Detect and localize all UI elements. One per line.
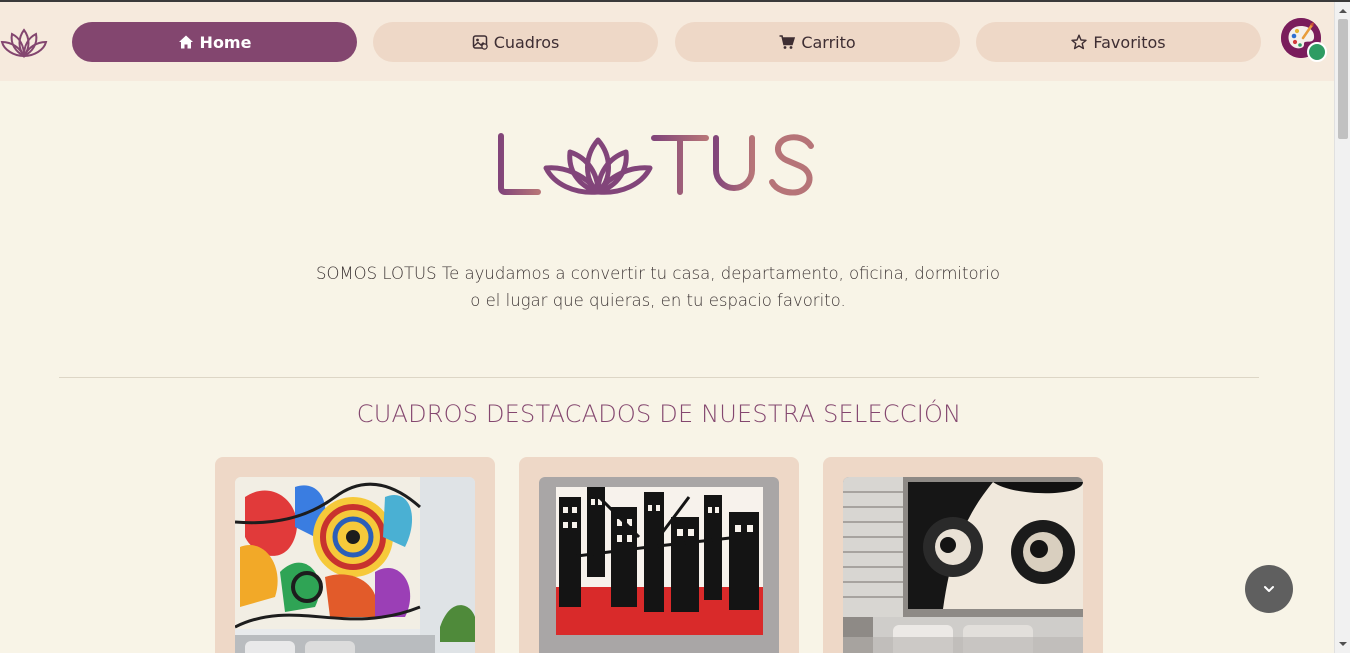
tagline-line-1: SOMOS LOTUS Te ayudamos a convertir tu c… <box>315 264 1001 283</box>
page-scrollbar[interactable] <box>1334 2 1350 653</box>
nav-home-button[interactable]: Home <box>72 22 357 62</box>
lotus-logo-icon[interactable] <box>0 26 48 60</box>
chevron-down-icon <box>1264 586 1274 592</box>
user-avatar[interactable] <box>1281 18 1327 62</box>
featured-card-3[interactable] <box>823 457 1103 653</box>
nav-cuadros-label: Cuadros <box>493 32 560 52</box>
tagline-line-2: o el lugar que quieras, en tu espacio fa… <box>470 291 846 310</box>
nav-cuadros-button[interactable]: Cuadros <box>373 22 658 62</box>
city-black-red-painting-image[interactable] <box>539 477 779 653</box>
home-icon <box>178 35 193 49</box>
nav-carrito-button[interactable]: Carrito <box>675 22 960 62</box>
nav-favoritos-button[interactable]: Favoritos <box>976 22 1261 62</box>
scroll-down-button[interactable] <box>1245 565 1293 613</box>
image-icon <box>472 35 488 50</box>
abstract-colorful-painting-image[interactable] <box>235 477 475 653</box>
featured-card-2[interactable] <box>519 457 799 653</box>
cart-icon <box>779 35 796 49</box>
top-navbar: Home Cuadros Carrito Favoritos <box>0 2 1334 81</box>
scroll-down-arrow-icon[interactable] <box>1338 639 1348 649</box>
nav-home-label: Home <box>199 32 252 52</box>
hero-tagline: SOMOS LOTUS Te ayudamos a convertir tu c… <box>280 260 1036 314</box>
online-status-dot <box>1307 42 1327 62</box>
nav-carrito-label: Carrito <box>801 32 856 52</box>
scrollbar-thumb[interactable] <box>1338 19 1348 139</box>
featured-section-title: CUADROS DESTACADOS DE NUESTRA SELECCIÓN <box>356 400 962 428</box>
black-white-face-painting-image[interactable] <box>843 477 1083 653</box>
section-divider <box>59 377 1259 378</box>
star-icon <box>1071 34 1088 50</box>
featured-card-1[interactable] <box>215 457 495 653</box>
lotus-brand-logo <box>498 133 814 196</box>
nav-favoritos-label: Favoritos <box>1093 32 1166 52</box>
scroll-up-arrow-icon[interactable] <box>1338 6 1348 16</box>
